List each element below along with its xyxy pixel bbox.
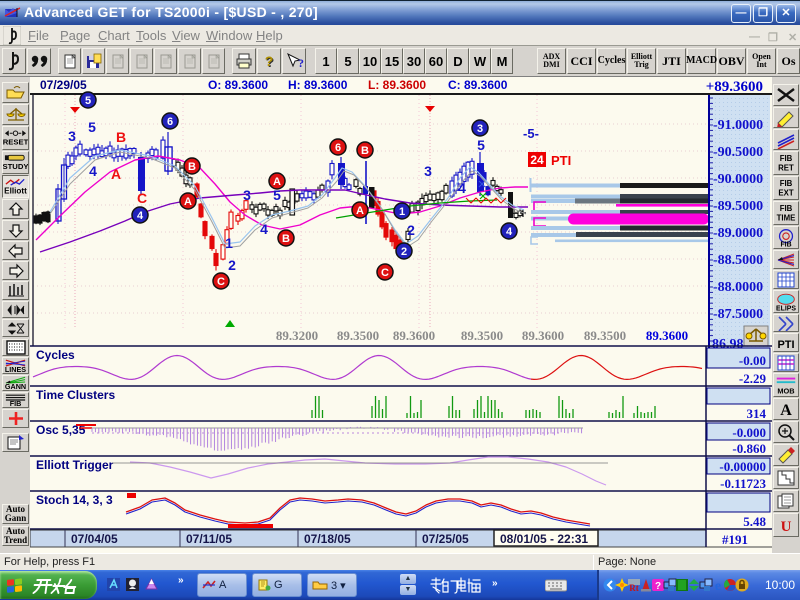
svg-text:Rt: Rt [629,583,639,592]
svg-text:FIB: FIB [780,179,793,188]
svg-text:5: 5 [477,137,485,153]
svg-text:-90.0000: -90.0000 [713,172,763,187]
svg-text:89.3600: 89.3600 [522,328,564,343]
svg-text:B: B [116,129,126,145]
svg-text:4: 4 [89,163,97,179]
svg-text:A: A [273,176,281,188]
svg-text:A: A [356,205,364,217]
svg-text:U: U [781,519,792,535]
svg-text:4: 4 [458,180,466,196]
svg-text:RET: RET [778,163,794,172]
svg-text:C: C [381,267,389,279]
svg-text:FIB: FIB [780,154,793,163]
svg-text:LINES: LINES [5,365,26,373]
svg-text:Time Clusters: Time Clusters [36,388,115,402]
svg-text:GANN: GANN [5,382,26,390]
svg-text:3: 3 [68,128,76,144]
svg-text:-0.860: -0.860 [732,441,766,456]
svg-text:-88.5000: -88.5000 [713,253,763,268]
svg-text:89.3600: 89.3600 [646,328,688,343]
svg-text:89.3200: 89.3200 [276,328,318,343]
svg-text:FIB: FIB [10,399,22,407]
svg-text:-87.5000: -87.5000 [713,307,763,322]
svg-text:B: B [188,161,196,173]
svg-text:2: 2 [407,222,415,238]
svg-text:-91.0000: -91.0000 [713,118,763,133]
svg-text:314: 314 [747,406,767,421]
svg-text:-0.11723: -0.11723 [720,476,766,491]
svg-text:PTI: PTI [777,339,794,351]
svg-text:A: A [111,166,121,182]
svg-text:07/18/05: 07/18/05 [304,532,351,546]
svg-text:3: 3 [424,163,432,179]
svg-text:07/11/05: 07/11/05 [186,532,232,546]
svg-text:Elliott: Elliott [4,186,27,195]
svg-text:TIME: TIME [777,213,796,222]
svg-text:3: 3 [477,123,483,135]
svg-text:4: 4 [506,226,513,238]
svg-text:07/04/05: 07/04/05 [71,532,118,546]
svg-text:-0.00: -0.00 [739,353,766,368]
svg-text:07/29/05: 07/29/05 [40,78,87,92]
svg-text:RESET: RESET [3,137,28,146]
svg-text:-0.00000: -0.00000 [719,459,766,474]
svg-text:6: 6 [167,116,173,128]
svg-text:O: 89.3600: O: 89.3600 [208,78,268,92]
svg-text:A: A [184,196,192,208]
svg-text:C: 89.3600: C: 89.3600 [448,78,508,92]
svg-text:-0.000: -0.000 [732,425,766,440]
svg-text:PTI: PTI [551,153,571,168]
svg-text:24: 24 [530,153,544,167]
svg-text:+89.3600: +89.3600 [706,79,763,95]
svg-text:Cycles: Cycles [36,348,75,362]
svg-text:L: 89.3600: L: 89.3600 [368,78,426,92]
svg-text:e: e [715,579,721,592]
svg-text:C: C [217,276,225,288]
svg-text:-88.0000: -88.0000 [713,280,763,295]
svg-text:3: 3 [243,187,251,203]
svg-text:?: ? [298,56,304,70]
svg-text:1: 1 [399,206,405,218]
svg-text:2: 2 [228,257,236,273]
svg-text:-89.5000: -89.5000 [713,199,763,214]
svg-text:B: B [361,145,369,157]
svg-text:B: B [282,233,290,245]
svg-text:5: 5 [85,95,91,107]
svg-text:5.48: 5.48 [743,514,766,529]
svg-text:89.3500: 89.3500 [461,328,503,343]
svg-text:FIB: FIB [780,204,793,213]
svg-text:H: 89.3600: H: 89.3600 [288,78,348,92]
svg-text:07/25/05: 07/25/05 [422,532,469,546]
svg-text:89.3500: 89.3500 [584,328,626,343]
svg-text:-5-: -5- [523,126,539,141]
svg-text:5: 5 [88,119,96,135]
svg-text:4: 4 [137,210,144,222]
svg-text:89.3600: 89.3600 [393,328,435,343]
svg-text:1: 1 [225,235,233,251]
svg-text:4: 4 [260,221,268,237]
svg-text:Elliott Trigger: Elliott Trigger [36,458,114,472]
svg-text:2: 2 [401,246,407,258]
svg-text:#191: #191 [722,532,748,547]
svg-text:C: C [137,190,147,206]
svg-text:?: ? [655,581,661,592]
svg-text:MOB: MOB [777,386,794,395]
svg-text:FIB: FIB [780,241,791,248]
svg-text:-89.0000: -89.0000 [713,226,763,241]
svg-text:89.3500: 89.3500 [337,328,379,343]
svg-text:STUDY: STUDY [3,161,28,170]
svg-text:08/01/05 - 22:31: 08/01/05 - 22:31 [500,532,588,546]
svg-text:6: 6 [335,142,341,154]
svg-text:ELIPS: ELIPS [776,305,796,312]
svg-text:-2.29: -2.29 [739,371,767,386]
svg-text:Stoch 14, 3, 3: Stoch 14, 3, 3 [36,493,113,507]
svg-text:-90.5000: -90.5000 [713,145,763,160]
svg-text:A: A [780,402,792,419]
svg-text:EXT: EXT [778,188,793,197]
